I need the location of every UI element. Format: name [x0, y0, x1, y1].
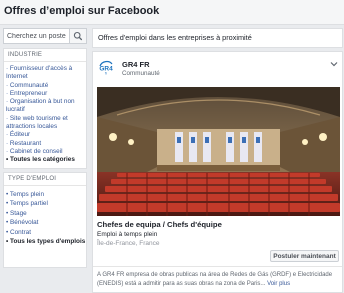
job-type-item-contract[interactable]: • Contrat: [6, 228, 86, 237]
job-search-input[interactable]: [4, 29, 69, 43]
job-location: Île-de-France, France: [97, 240, 160, 247]
industry-item-contractor[interactable]: · Entrepreneur: [6, 90, 86, 98]
auditorium-image: [97, 87, 340, 216]
job-title[interactable]: Chefes de equipa / Chefs d'équipe: [97, 220, 222, 229]
job-type-filter-panel: TYPE D'EMPLOI • Temps plein • Temps part…: [3, 172, 87, 268]
industry-heading: INDUSTRIE: [4, 49, 86, 62]
company-logo[interactable]: GR4 fr: [97, 58, 115, 76]
job-type-item-all[interactable]: • Tous les types d'emplois: [6, 237, 86, 246]
job-type-list: • Temps plein • Temps partiel • Stage • …: [4, 186, 86, 246]
job-type-item-part-time[interactable]: • Temps partiel: [6, 199, 86, 208]
job-description-text: A GR4 FR empresa de obras publicas na ár…: [97, 272, 333, 287]
apply-now-button[interactable]: Postuler maintenant: [270, 250, 339, 262]
job-employment-type: Emploi à temps plein: [97, 231, 158, 238]
search-button[interactable]: [69, 29, 86, 43]
job-search-box[interactable]: [3, 28, 87, 44]
industry-item-publisher[interactable]: · Éditeur: [6, 131, 86, 139]
industry-item-nonprofit[interactable]: · Organisation à but non lucratif: [6, 98, 86, 115]
job-type-item-volunteer[interactable]: • Bénévolat: [6, 218, 86, 227]
job-post-card: GR4 fr GR4 FR Communauté Chefes de equip…: [92, 51, 343, 293]
nearby-jobs-title: Offres d'emploi dans les entreprises à p…: [98, 33, 252, 42]
industry-item-tourism[interactable]: · Site web tourisme et attractions local…: [6, 115, 86, 132]
job-type-item-full-time[interactable]: • Temps plein: [6, 190, 86, 199]
industry-item-consulting[interactable]: · Cabinet de conseil: [6, 148, 86, 156]
industry-item-restaurant[interactable]: · Restaurant: [6, 140, 86, 148]
industry-item-community[interactable]: · Communauté: [6, 82, 86, 90]
company-name[interactable]: GR4 FR: [122, 60, 150, 69]
company-category: Communauté: [122, 70, 160, 77]
industry-filter-panel: INDUSTRIE · Fournisseur d'accès à Intern…: [3, 48, 87, 169]
job-type-heading: TYPE D'EMPLOI: [4, 173, 86, 186]
job-photo[interactable]: [97, 87, 340, 216]
search-icon: [73, 31, 83, 41]
page-title: Offres d’emploi sur Facebook: [4, 5, 160, 17]
industry-list: · Fournisseur d'accès à Internet · Commu…: [4, 62, 86, 165]
industry-item-isp[interactable]: · Fournisseur d'accès à Internet: [6, 65, 86, 82]
gr4fr-logo-icon: GR4 fr: [97, 58, 115, 76]
top-bar: Offres d’emploi sur Facebook: [0, 0, 344, 25]
see-more-link[interactable]: Voir plus: [267, 281, 290, 287]
chevron-down-icon[interactable]: [330, 61, 338, 67]
job-type-item-internship[interactable]: • Stage: [6, 209, 86, 218]
divider: [93, 266, 342, 267]
nearby-jobs-header: Offres d'emploi dans les entreprises à p…: [92, 28, 343, 48]
job-description: A GR4 FR empresa de obras publicas na ár…: [97, 271, 339, 288]
industry-item-all[interactable]: • Toutes les catégories: [6, 156, 86, 164]
